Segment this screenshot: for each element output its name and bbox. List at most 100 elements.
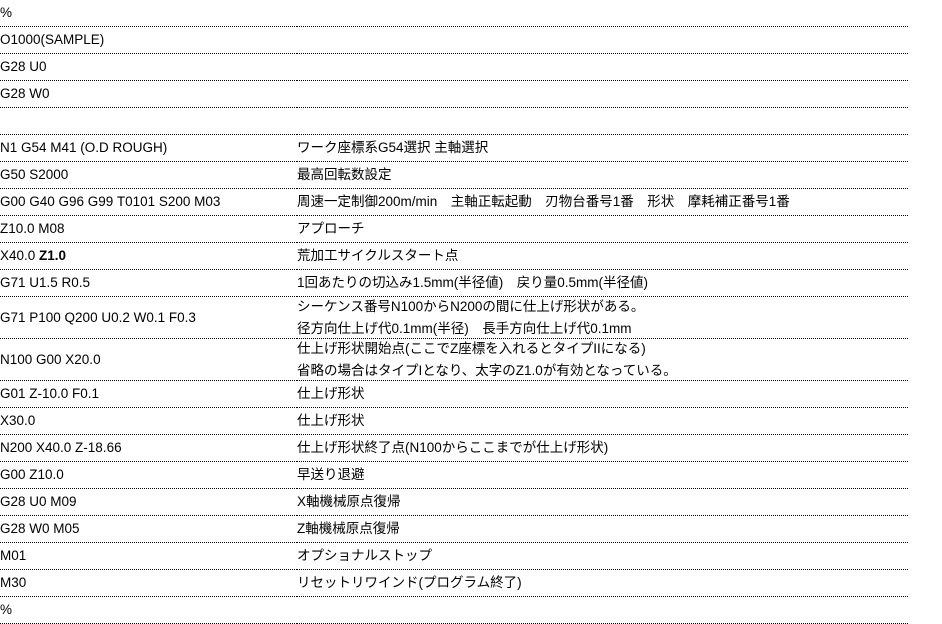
program-code-text: M30 <box>0 575 27 591</box>
program-code-text: X30.0 <box>0 413 36 429</box>
program-code-text: G00 Z10.0 <box>0 467 64 483</box>
program-code-text: N100 G00 X20.0 <box>0 351 101 367</box>
program-code-cell: N1 G54 M41 (O.D ROUGH) <box>0 134 297 162</box>
program-row: X40.0 Z1.0 荒加工サイクルスタート点 <box>0 242 908 270</box>
program-code-text: G28 W0 M05 <box>0 521 80 537</box>
program-code-cell: N200 X40.0 Z-18.66 <box>0 434 297 463</box>
program-description-line: 省略の場合はタイプIとなり、太字のZ1.0が有効となっている。 <box>297 362 677 378</box>
program-code-text: G28 U0 <box>0 59 47 75</box>
program-description-cell: Z軸機械原点復帰 <box>297 515 908 544</box>
program-code-cell: M01 <box>0 542 297 571</box>
program-description-cell: 仕上げ形状開始点(ここでZ座標を入れるとタイプIIになる) 省略の場合はタイプIと… <box>297 338 908 382</box>
program-code-cell: Z10.0 M08 <box>0 215 297 243</box>
program-row: X30.0 仕上げ形状 <box>0 407 908 436</box>
program-description-cell: オプショナルストップ <box>297 542 908 571</box>
program-description-text: ワーク座標系G54選択 主軸選択 <box>297 140 489 156</box>
program-description-cell <box>297 596 908 624</box>
program-code-cell: N100 G00 X20.0 <box>0 338 297 382</box>
program-code-cell: G28 U0 <box>0 53 297 81</box>
program-code-cell: G71 U1.5 R0.5 <box>0 269 297 297</box>
program-description-line: 仕上げ形状開始点(ここでZ座標を入れるとタイプIIになる) <box>297 341 646 357</box>
cnc-program-table-body: % O1000(SAMPLE) G28 U0 G28 W0 N1 G54 M41 (O.… <box>0 0 908 624</box>
program-row: G28 W0 M05 Z軸機械原点復帰 <box>0 515 908 544</box>
program-row: G00 Z10.0 早送り退避 <box>0 461 908 490</box>
program-code-cell: G71 P100 Q200 U0.2 W0.1 F0.3 <box>0 296 297 340</box>
program-code-text: N200 X40.0 Z-18.66 <box>0 440 122 456</box>
program-description-line: シーケンス番号N100からN200の間に仕上げ形状がある。 <box>297 299 645 314</box>
program-code-cell: G00 Z10.0 <box>0 461 297 490</box>
program-code-text: N1 G54 M41 (O.D ROUGH) <box>0 140 168 156</box>
program-code-text: G50 S2000 <box>0 167 69 183</box>
program-row: M01 オプショナルストップ <box>0 542 908 571</box>
program-row: % <box>0 0 908 27</box>
program-row: G71 U1.5 R0.5 1回あたりの切込み1.5mm(半径値) 戻り量0.5m… <box>0 269 908 297</box>
program-code-text: M01 <box>0 548 27 564</box>
program-description-cell: 1回あたりの切込み1.5mm(半径値) 戻り量0.5mm(半径値) <box>297 269 908 297</box>
program-code-text: G00 G40 G96 G99 T0101 S200 M03 <box>0 194 221 210</box>
program-description-cell <box>297 0 908 27</box>
program-row: G28 U0 M09 X軸機械原点復帰 <box>0 488 908 517</box>
program-description-text: 仕上げ形状 <box>297 386 365 402</box>
program-code-cell: X40.0 Z1.0 <box>0 242 297 270</box>
program-code-cell: X30.0 <box>0 407 297 436</box>
program-description-text: アプローチ <box>297 221 365 237</box>
program-description-text: 最高回転数設定 <box>297 167 392 183</box>
program-code-cell: % <box>0 0 297 27</box>
program-row: % <box>0 596 908 624</box>
program-description-cell: 仕上げ形状 <box>297 380 908 409</box>
program-row: N100 G00 X20.0 仕上げ形状開始点(ここでZ座標を入れるとタイプIIに… <box>0 338 908 382</box>
program-description-text: 荒加工サイクルスタート点 <box>297 248 459 264</box>
program-row: G28 U0 <box>0 53 908 81</box>
program-description-cell: アプローチ <box>297 215 908 243</box>
program-description-cell <box>297 107 908 135</box>
program-description-cell: シーケンス番号N100からN200の間に仕上げ形状がある。 径方向仕上げ代0.1m… <box>297 296 908 340</box>
program-description-cell: 荒加工サイクルスタート点 <box>297 242 908 270</box>
program-code-emphasis: Z1.0 <box>39 248 67 264</box>
program-code-cell <box>0 107 297 135</box>
program-description-cell: 仕上げ形状 <box>297 407 908 436</box>
program-row: N200 X40.0 Z-18.66 仕上げ形状終了点(N100からここまでが仕上… <box>0 434 908 463</box>
program-row: N1 G54 M41 (O.D ROUGH) ワーク座標系G54選択 主軸選択 <box>0 134 908 162</box>
program-description-cell <box>297 53 908 81</box>
program-code-cell: G28 W0 M05 <box>0 515 297 544</box>
program-description-cell: 最高回転数設定 <box>297 161 908 189</box>
program-description-text: リセットリワインド(プログラム終了) <box>297 575 522 591</box>
program-code-text: G01 Z-10.0 F0.1 <box>0 386 100 402</box>
program-description-cell: X軸機械原点復帰 <box>297 488 908 517</box>
program-row: G28 W0 <box>0 80 908 108</box>
program-code-cell: M30 <box>0 569 297 598</box>
program-code-text: G28 W0 <box>0 86 50 102</box>
program-description-text: Z軸機械原点復帰 <box>297 521 400 537</box>
program-description-cell: 仕上げ形状終了点(N100からここまでが仕上げ形状) <box>297 434 908 463</box>
program-row: M30 リセットリワインド(プログラム終了) <box>0 569 908 598</box>
program-row: G50 S2000 最高回転数設定 <box>0 161 908 189</box>
program-description-cell: 早送り退避 <box>297 461 908 490</box>
program-code-cell: G01 Z-10.0 F0.1 <box>0 380 297 409</box>
program-description-cell: 周速一定制御200m/min 主軸正転起動 刃物台番号1番 形状 摩耗補正番号1… <box>297 188 908 216</box>
program-row: Z10.0 M08 アプローチ <box>0 215 908 243</box>
program-description-text: 周速一定制御200m/min 主軸正転起動 刃物台番号1番 形状 摩耗補正番号1… <box>297 194 790 210</box>
program-code-cell: G28 U0 M09 <box>0 488 297 517</box>
program-code-text: G28 U0 M09 <box>0 494 77 510</box>
program-description-cell: ワーク座標系G54選択 主軸選択 <box>297 134 908 162</box>
program-code-text: G71 U1.5 R0.5 <box>0 275 91 291</box>
program-code-cell: G28 W0 <box>0 80 297 108</box>
program-row: O1000(SAMPLE) <box>0 26 908 54</box>
program-code-text: % <box>0 5 13 21</box>
program-description-text: X軸機械原点復帰 <box>297 494 401 510</box>
program-code-text: G71 P100 Q200 U0.2 W0.1 F0.3 <box>0 309 196 325</box>
program-row: G01 Z-10.0 F0.1 仕上げ形状 <box>0 380 908 409</box>
program-row: G00 G40 G96 G99 T0101 S200 M03 周速一定制御200m… <box>0 188 908 216</box>
program-description-text: 1回あたりの切込み1.5mm(半径値) 戻り量0.5mm(半径値) <box>297 275 649 291</box>
program-description-cell <box>297 26 908 54</box>
program-description-text: 早送り退避 <box>297 467 365 483</box>
program-code-cell: G00 G40 G96 G99 T0101 S200 M03 <box>0 188 297 216</box>
program-code-text: X40.0 <box>0 248 40 264</box>
program-code-text: Z10.0 M08 <box>0 221 65 237</box>
program-description-cell: リセットリワインド(プログラム終了) <box>297 569 908 598</box>
program-code-text: % <box>0 602 13 618</box>
cnc-program-table: % O1000(SAMPLE) G28 U0 G28 W0 N1 G54 M41 (O.… <box>0 0 908 624</box>
program-spacer-row <box>0 107 908 135</box>
program-code-text: O1000(SAMPLE) <box>0 32 105 48</box>
program-description-text: 仕上げ形状 <box>297 413 365 429</box>
